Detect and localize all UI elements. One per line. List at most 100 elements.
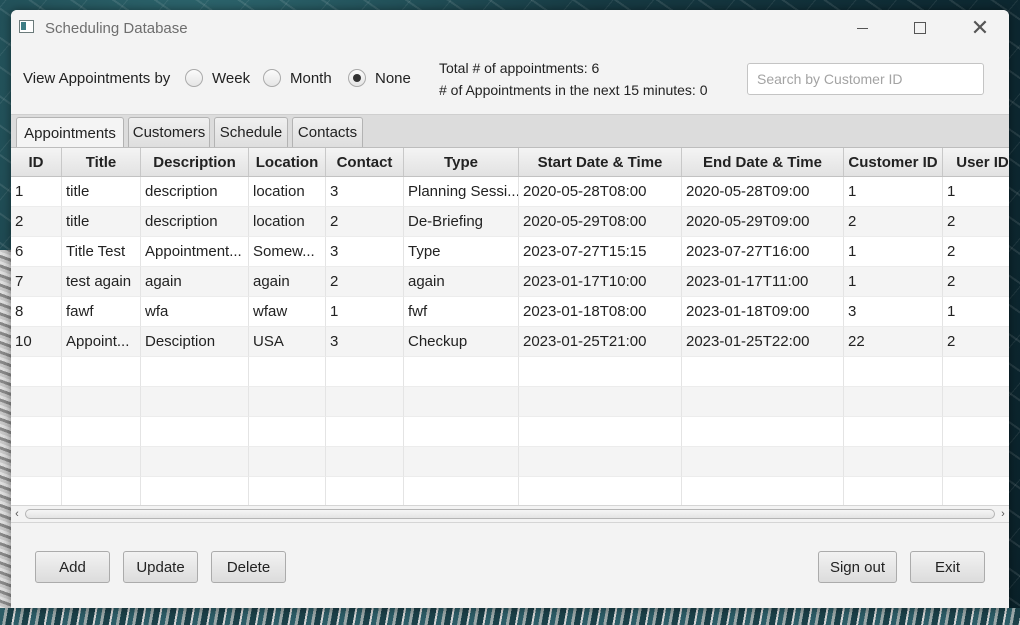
header-col-contact[interactable]: Contact xyxy=(326,148,404,176)
table-cell xyxy=(249,357,326,387)
table-cell xyxy=(11,357,62,387)
header-col-description[interactable]: Description xyxy=(141,148,249,176)
table-cell: 3 xyxy=(326,327,404,357)
empty-table-row[interactable] xyxy=(11,387,1009,417)
table-row[interactable]: 2 title description location 2 De-Briefing 202… xyxy=(11,207,1009,237)
header-col-end[interactable]: End Date & Time xyxy=(682,148,844,176)
header-col-title[interactable]: Title xyxy=(62,148,141,176)
table-row[interactable]: 1 title description location 3 Planning Sessi… xyxy=(11,177,1009,207)
table-cell xyxy=(682,387,844,417)
table-cell: 1 xyxy=(943,177,1009,207)
header-col-start[interactable]: Start Date & Time xyxy=(519,148,682,176)
empty-table-row[interactable] xyxy=(11,447,1009,477)
table-cell xyxy=(519,447,682,477)
table-cell: 2 xyxy=(943,327,1009,357)
table-cell: wfaw xyxy=(249,297,326,327)
empty-table-row[interactable] xyxy=(11,477,1009,506)
appointments-table[interactable]: ID Title Description Location Contact Type Sta… xyxy=(11,147,1009,506)
table-cell xyxy=(404,417,519,447)
table-cell xyxy=(519,477,682,506)
table-row[interactable]: 6 Title Test Appointment... Somew... 3 Type 20… xyxy=(11,237,1009,267)
add-button[interactable]: Add xyxy=(35,551,110,583)
table-cell xyxy=(404,447,519,477)
table-cell xyxy=(11,417,62,447)
table-cell: 1 xyxy=(326,297,404,327)
radio-none[interactable]: None xyxy=(348,67,411,89)
minimize-icon xyxy=(856,27,868,29)
radio-none-label: None xyxy=(375,69,411,87)
table-cell: 8 xyxy=(11,297,62,327)
table-cell: wfa xyxy=(141,297,249,327)
header-col-user-id[interactable]: User ID xyxy=(943,148,1009,176)
table-cell xyxy=(141,387,249,417)
update-button[interactable]: Update xyxy=(123,551,198,583)
table-cell: 10 xyxy=(11,327,62,357)
tab-schedule[interactable]: Schedule xyxy=(214,117,288,147)
scrollbar-thumb[interactable] xyxy=(25,509,995,519)
table-cell xyxy=(519,357,682,387)
upcoming-appointments-text: # of Appointments in the next 15 minutes… xyxy=(439,82,708,98)
table-cell xyxy=(141,447,249,477)
delete-button[interactable]: Delete xyxy=(211,551,286,583)
table-cell: 2 xyxy=(943,267,1009,297)
table-cell: 3 xyxy=(326,177,404,207)
empty-table-row[interactable] xyxy=(11,417,1009,447)
table-cell xyxy=(943,417,1009,447)
table-cell: Desciption xyxy=(141,327,249,357)
table-cell: 1 xyxy=(844,237,943,267)
search-customer-input[interactable] xyxy=(747,63,984,95)
table-cell: 2020-05-29T08:00 xyxy=(519,207,682,237)
tab-appointments[interactable]: Appointments xyxy=(16,117,124,148)
table-cell xyxy=(141,477,249,506)
table-row[interactable]: 10 Appoint... Desciption USA 3 Checkup 2023-01… xyxy=(11,327,1009,357)
table-cell xyxy=(844,447,943,477)
header-col-id[interactable]: ID xyxy=(11,148,62,176)
scroll-right-icon[interactable]: › xyxy=(997,506,1009,522)
sign-out-button[interactable]: Sign out xyxy=(818,551,897,583)
table-cell: 2020-05-28T09:00 xyxy=(682,177,844,207)
close-icon: ✕ xyxy=(970,15,990,40)
table-cell: 1 xyxy=(844,267,943,297)
table-cell: description xyxy=(141,177,249,207)
scroll-left-icon[interactable]: ‹ xyxy=(11,506,23,522)
table-cell xyxy=(141,417,249,447)
close-button[interactable]: ✕ xyxy=(957,10,1003,46)
table-cell: description xyxy=(141,207,249,237)
radio-month[interactable]: Month xyxy=(263,67,332,89)
table-row[interactable]: 8 fawf wfa wfaw 1 fwf 2023-01-18T08:00 2023-01-… xyxy=(11,297,1009,327)
table-cell: Type xyxy=(404,237,519,267)
radio-month-circle[interactable] xyxy=(263,69,281,87)
table-cell: 2023-07-27T15:15 xyxy=(519,237,682,267)
table-cell: Appointment... xyxy=(141,237,249,267)
radio-week-label: Week xyxy=(212,69,251,87)
header-col-type[interactable]: Type xyxy=(404,148,519,176)
table-cell: title xyxy=(62,177,141,207)
table-cell xyxy=(62,357,141,387)
table-cell xyxy=(326,477,404,506)
header-col-location[interactable]: Location xyxy=(249,148,326,176)
exit-button[interactable]: Exit xyxy=(910,551,985,583)
table-cell xyxy=(404,387,519,417)
table-cell: title xyxy=(62,207,141,237)
tab-contacts[interactable]: Contacts xyxy=(292,117,363,147)
table-cell: 2023-01-18T09:00 xyxy=(682,297,844,327)
empty-table-row[interactable] xyxy=(11,357,1009,387)
header-col-customer-id[interactable]: Customer ID xyxy=(844,148,943,176)
horizontal-scrollbar[interactable]: ‹ › xyxy=(11,505,1009,523)
total-appointments-text: Total # of appointments: 6 xyxy=(439,60,600,76)
radio-none-circle[interactable] xyxy=(348,69,366,87)
table-cell xyxy=(682,417,844,447)
desktop-background-bottom xyxy=(0,608,1020,625)
table-cell xyxy=(249,417,326,447)
radio-week-circle[interactable] xyxy=(185,69,203,87)
table-cell: fwf xyxy=(404,297,519,327)
radio-week[interactable]: Week xyxy=(185,67,250,89)
table-cell: 2 xyxy=(943,237,1009,267)
minimize-button[interactable] xyxy=(839,10,885,46)
table-cell xyxy=(682,357,844,387)
table-cell: 1 xyxy=(943,297,1009,327)
table-row[interactable]: 7 test again again again 2 again 2023-01-17T10… xyxy=(11,267,1009,297)
tab-customers[interactable]: Customers xyxy=(128,117,210,147)
table-cell: 2020-05-28T08:00 xyxy=(519,177,682,207)
maximize-button[interactable] xyxy=(897,10,943,46)
